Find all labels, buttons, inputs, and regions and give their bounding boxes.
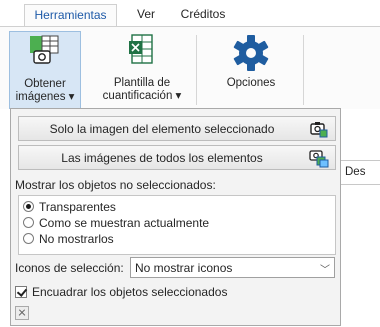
tab-herramientas[interactable]: Herramientas	[24, 4, 117, 26]
get-images-button[interactable]: Obtener imágenes ▾	[9, 31, 81, 109]
ribbon-separator	[303, 35, 304, 105]
ribbon-toolbar: Obtener imágenes ▾ Plantilla de cuantifi…	[0, 26, 380, 109]
options-button[interactable]: Opciones	[208, 31, 294, 109]
checkbox-indicator	[15, 286, 27, 298]
close-icon[interactable]	[15, 306, 29, 320]
show-unselected-label: Mostrar los objetos no seleccionados:	[15, 178, 216, 192]
radio-indicator	[23, 233, 34, 244]
ribbon-separator	[196, 35, 197, 105]
selection-icons-dropdown[interactable]: No mostrar iconos ﹀	[130, 257, 335, 278]
quantification-template-label: Plantilla de cuantificación ▾	[102, 77, 182, 102]
selection-icons-label: Iconos de selección:	[15, 261, 124, 275]
radio-indicator	[23, 201, 34, 212]
get-images-label: Obtener imágenes ▾	[15, 78, 75, 103]
options-label: Opciones	[226, 77, 276, 89]
tab-ver[interactable]: Ver	[126, 4, 166, 26]
chevron-down-icon: ﹀	[320, 265, 330, 276]
excel-template-icon	[129, 34, 153, 64]
tab-creditos[interactable]: Créditos	[171, 4, 235, 26]
gear-icon	[233, 35, 269, 71]
radio-indicator	[23, 217, 34, 228]
ribbon-tabs: Herramientas Ver Créditos	[0, 0, 380, 26]
all-elements-images-button[interactable]: Las imágenes de todos los elementos	[18, 145, 336, 170]
camera-image-icon	[310, 122, 328, 138]
get-images-dropdown-panel: Solo la imagen del elemento seleccionado…	[10, 108, 341, 326]
background-column-header: Des	[340, 160, 380, 185]
unselected-objects-radio-group: Transparentes Como se muestran actualmen…	[18, 195, 336, 255]
quantification-template-button[interactable]: Plantilla de cuantificación ▾	[90, 31, 194, 109]
camera-images-icon	[309, 150, 329, 168]
get-images-icon	[30, 35, 59, 64]
selected-element-image-button[interactable]: Solo la imagen del elemento seleccionado	[18, 116, 336, 141]
